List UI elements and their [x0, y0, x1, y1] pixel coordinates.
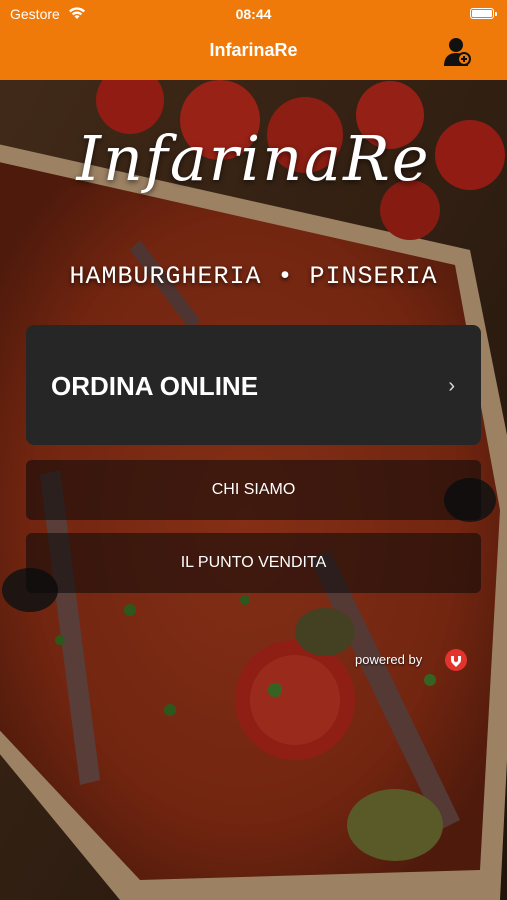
- status-bar: Gestore 08:44: [0, 0, 507, 28]
- logo-wordmark: InfarinaRe: [76, 122, 431, 195]
- order-online-button[interactable]: ORDINA ONLINE ›: [26, 325, 481, 445]
- logo-subtitle: HAMBURGHERIA • PINSERIA: [69, 262, 438, 291]
- top-bar: Gestore 08:44 InfarinaRe: [0, 0, 507, 80]
- powered-by-logo-icon[interactable]: [444, 648, 468, 672]
- page-title: InfarinaRe: [209, 40, 298, 60]
- chevron-right-icon: ›: [448, 375, 455, 397]
- user-icon[interactable]: [442, 36, 474, 68]
- order-online-label: ORDINA ONLINE: [51, 371, 259, 401]
- powered-by-label: powered by: [355, 652, 423, 667]
- status-time: 08:44: [235, 6, 272, 22]
- about-us-button[interactable]: CHI SIAMO: [26, 460, 481, 520]
- store-location-button[interactable]: IL PUNTO VENDITA: [26, 533, 481, 593]
- battery-icon: [470, 8, 497, 19]
